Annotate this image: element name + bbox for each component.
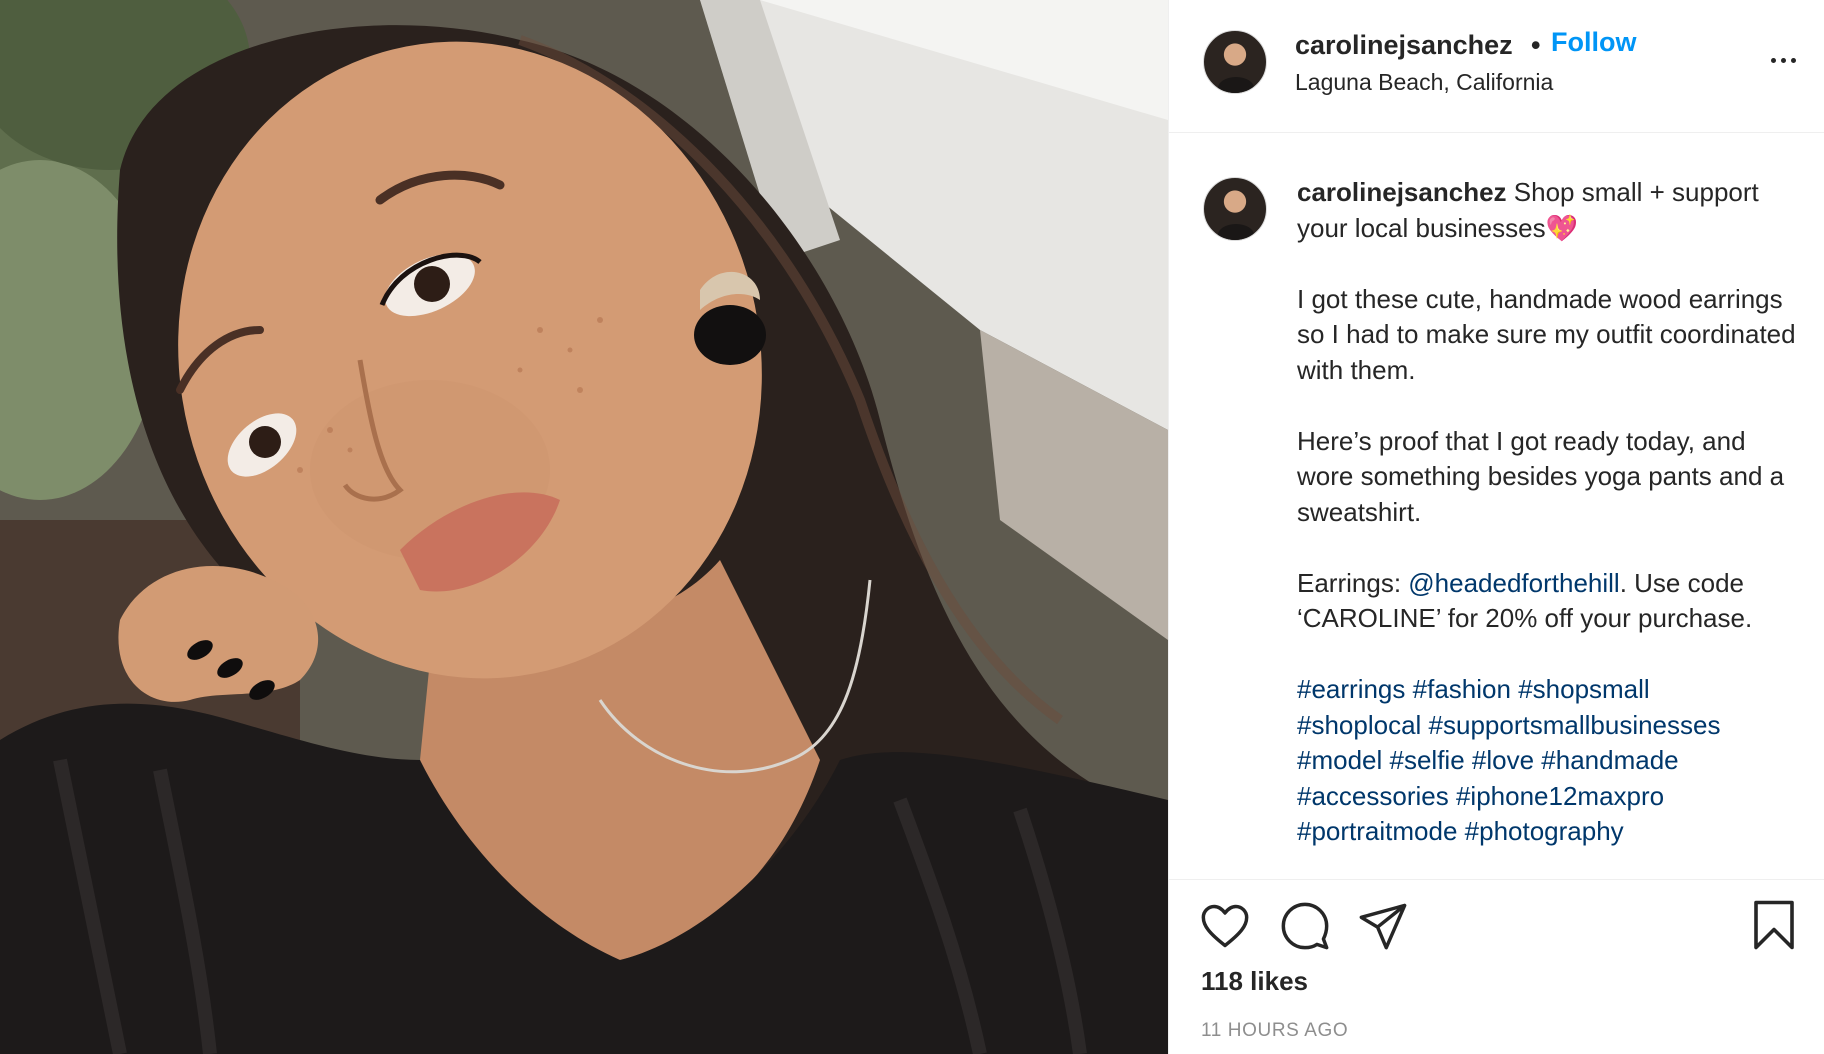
hashtag-link[interactable]: #iphone12maxpro xyxy=(1456,781,1664,811)
caption-paragraph-4: Earrings: @headedforthehill. Use code ‘C… xyxy=(1297,566,1797,637)
avatar[interactable] xyxy=(1203,30,1267,94)
mention-link[interactable]: @headedforthehill xyxy=(1408,568,1619,598)
heart-icon[interactable] xyxy=(1199,900,1251,957)
location-link[interactable]: Laguna Beach, California xyxy=(1295,69,1553,96)
caption-paragraph-3: Here’s proof that I got ready today, and… xyxy=(1297,425,1785,527)
more-options-icon[interactable] xyxy=(1763,40,1803,80)
bookmark-icon[interactable] xyxy=(1749,898,1799,957)
hashtag-link[interactable]: #portraitmode xyxy=(1297,816,1457,846)
hashtag-link[interactable]: #model xyxy=(1297,745,1382,775)
caption-area: carolinejsanchez Shop small + support yo… xyxy=(1169,133,1824,879)
caption-text: carolinejsanchez Shop small + support yo… xyxy=(1297,175,1797,879)
hashtag-link[interactable]: #fashion xyxy=(1413,674,1511,704)
caption-username-link[interactable]: carolinejsanchez xyxy=(1297,177,1507,207)
caption-paragraph-2: I got these cute, handmade wood earrings… xyxy=(1297,283,1796,385)
hashtag-link[interactable]: #shopsmall xyxy=(1518,674,1650,704)
post-photo[interactable] xyxy=(0,0,1168,1054)
caption-paragraph-1: carolinejsanchez Shop small + support yo… xyxy=(1297,175,1797,246)
post-actions: 118 likes 11 HOURS AGO xyxy=(1169,879,1824,1054)
post-photo-illustration xyxy=(0,0,1168,1054)
hashtag-link[interactable]: #selfie xyxy=(1390,745,1465,775)
username-link[interactable]: carolinejsanchez xyxy=(1295,30,1513,61)
post-timestamp[interactable]: 11 HOURS AGO xyxy=(1201,1020,1348,1042)
caption-avatar[interactable] xyxy=(1203,177,1267,241)
hashtag-link[interactable]: #supportsmallbusinesses xyxy=(1429,710,1721,740)
hashtag-link[interactable]: #handmade xyxy=(1541,745,1678,775)
post-side-panel: carolinejsanchez • Follow Laguna Beach, … xyxy=(1168,0,1824,1054)
post-header: carolinejsanchez • Follow Laguna Beach, … xyxy=(1169,0,1824,133)
hashtag-link[interactable]: #earrings xyxy=(1297,674,1405,704)
comment-icon[interactable] xyxy=(1279,900,1331,957)
caption-earrings-prefix: Earrings: xyxy=(1297,567,1409,598)
likes-count[interactable]: 118 likes xyxy=(1201,966,1308,997)
hashtag-link[interactable]: #accessories xyxy=(1297,781,1449,811)
follow-button[interactable]: Follow xyxy=(1551,27,1636,58)
share-icon[interactable] xyxy=(1357,900,1409,957)
hashtag-link[interactable]: #love xyxy=(1472,745,1534,775)
separator-dot: • xyxy=(1531,30,1541,60)
hashtag-link[interactable]: #photography xyxy=(1465,816,1624,846)
hashtag-link[interactable]: #shoplocal xyxy=(1297,710,1421,740)
hashtag-list: #earrings #fashion #shopsmall #shoplocal… xyxy=(1297,672,1797,850)
